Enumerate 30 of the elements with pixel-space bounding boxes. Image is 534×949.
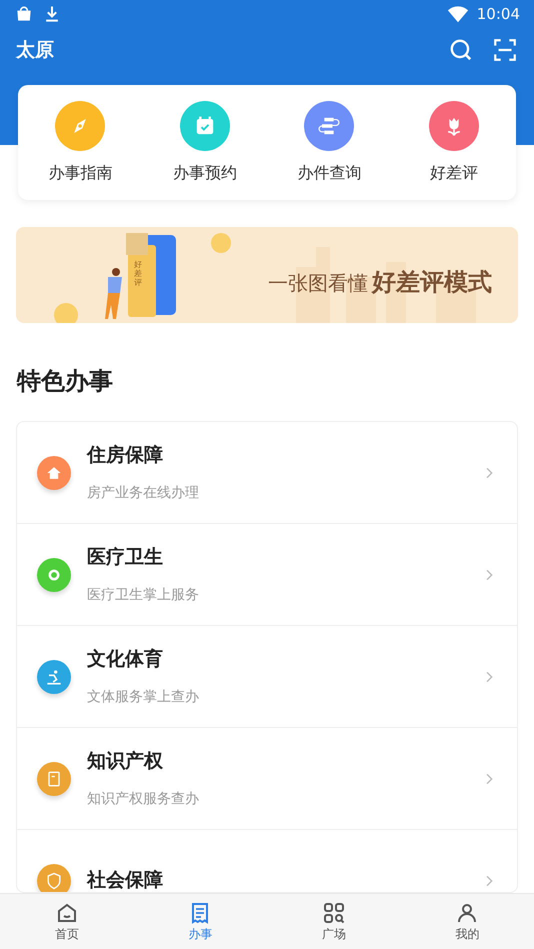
scan-icon[interactable] [492, 37, 518, 63]
nav-tab[interactable]: 首页 [0, 894, 134, 949]
banner-text: 一张图看懂 [268, 270, 368, 297]
nav-tab[interactable]: 我的 [400, 894, 534, 949]
service-title: 医疗卫生 [87, 544, 164, 570]
nav-tab[interactable]: 办事 [134, 894, 267, 949]
service-subtitle: 知识产权服务查办 [87, 790, 200, 810]
service-title: 社会保障 [87, 868, 164, 892]
service-title: 住房保障 [87, 442, 164, 468]
status-time: 10:04 [476, 4, 520, 25]
service-subtitle: 房产业务在线办理 [87, 484, 200, 504]
service-row[interactable]: 住房保障 房产业务在线办理 [17, 422, 517, 524]
city-title[interactable]: 太原 [16, 36, 54, 64]
quick-action-label[interactable]: 办事预约 [172, 160, 237, 184]
quick-action-label[interactable]: 办事指南 [48, 160, 112, 184]
grid-icon [322, 900, 346, 924]
search-icon[interactable] [448, 37, 474, 63]
service-row[interactable]: 文化体育 文体服务掌上查办 [17, 626, 517, 728]
quick-action-label[interactable]: 好差评 [430, 160, 478, 184]
section-title: 特色办事 [17, 366, 114, 397]
banner-tag: 好差评 [134, 261, 142, 288]
service-title: 文化体育 [87, 646, 164, 672]
service-title: 知识产权 [87, 748, 164, 774]
service-row[interactable]: 医疗卫生 医疗卫生掌上服务 [17, 524, 517, 626]
service-subtitle: 医疗卫生掌上服务 [87, 586, 200, 606]
banner-text: 好差评模式 [372, 267, 492, 298]
quick-action-label[interactable]: 办件查询 [297, 160, 362, 184]
nav-tab[interactable]: 广场 [267, 894, 400, 949]
service-row[interactable]: 知识产权 知识产权服务查办 [17, 728, 517, 830]
service-subtitle: 文体服务掌上查办 [87, 688, 200, 708]
